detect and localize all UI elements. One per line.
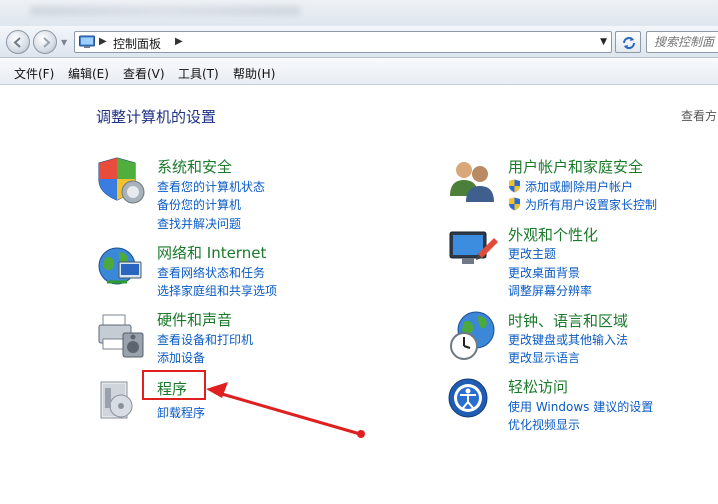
refresh-button[interactable] <box>615 31 641 53</box>
highlight-box <box>142 370 206 400</box>
link-change-display-language[interactable]: 更改显示语言 <box>508 349 580 366</box>
back-arrow-icon <box>13 37 21 48</box>
link-troubleshoot[interactable]: 查找并解决问题 <box>157 215 241 232</box>
navigation-bar: ▼ ▶ 控制面板 ▶ ▼ <box>0 26 718 58</box>
uac-shield-icon <box>509 197 520 211</box>
menu-tools[interactable]: 工具(T) <box>178 65 219 82</box>
users-icon <box>450 162 494 202</box>
breadcrumb-separator-icon[interactable]: ▶ <box>99 36 107 47</box>
shield-icon <box>98 157 145 204</box>
category-title-hardware-sound[interactable]: 硬件和声音 <box>157 309 232 330</box>
link-parental-controls[interactable]: 为所有用户设置家长控制 <box>508 196 657 213</box>
main-content: 调整计算机的设置 查看方 <box>0 86 718 504</box>
search-input[interactable] <box>647 32 718 52</box>
printer-icon <box>98 314 144 358</box>
search-box[interactable] <box>646 31 718 53</box>
page-title: 调整计算机的设置 <box>96 108 217 126</box>
appearance-monitor-icon <box>449 231 498 264</box>
link-windows-recommended-settings[interactable]: 使用 Windows 建议的设置 <box>508 398 653 415</box>
link-optimize-video-display[interactable]: 优化视频显示 <box>508 416 580 433</box>
link-adjust-resolution[interactable]: 调整屏幕分辨率 <box>508 282 592 299</box>
control-panel-icon <box>79 35 95 48</box>
link-backup-computer[interactable]: 备份您的计算机 <box>157 196 241 213</box>
link-devices-printers[interactable]: 查看设备和打印机 <box>157 331 253 348</box>
category-title-appearance[interactable]: 外观和个性化 <box>508 224 598 245</box>
category-title-ease-of-access[interactable]: 轻松访问 <box>508 376 568 397</box>
link-change-desktop-background[interactable]: 更改桌面背景 <box>508 264 580 281</box>
address-dropdown-icon[interactable]: ▼ <box>600 37 607 47</box>
breadcrumb-control-panel[interactable]: 控制面板 <box>113 35 161 52</box>
breadcrumb-separator-icon[interactable]: ▶ <box>175 36 183 47</box>
menu-edit[interactable]: 编辑(E) <box>68 65 109 82</box>
link-view-computer-status[interactable]: 查看您的计算机状态 <box>157 178 265 195</box>
network-globe-icon <box>98 247 142 285</box>
link-parental-controls-label: 为所有用户设置家长控制 <box>525 198 658 212</box>
link-homegroup-sharing[interactable]: 选择家庭组和共享选项 <box>157 282 277 299</box>
category-title-network-internet[interactable]: 网络和 Internet <box>157 242 266 263</box>
category-title-clock-language[interactable]: 时钟、语言和区域 <box>508 310 628 331</box>
category-title-user-accounts[interactable]: 用户帐户和家庭安全 <box>508 156 643 177</box>
address-bar[interactable]: ▶ 控制面板 ▶ ▼ <box>74 31 612 53</box>
forward-arrow-icon <box>43 37 51 48</box>
category-title-system-security[interactable]: 系统和安全 <box>157 156 232 177</box>
link-add-device[interactable]: 添加设备 <box>157 349 205 366</box>
title-bar <box>0 0 718 26</box>
menu-file[interactable]: 文件(F) <box>14 65 54 82</box>
back-button[interactable] <box>6 30 30 54</box>
forward-button[interactable] <box>33 30 57 54</box>
menu-bar: 文件(F) 编辑(E) 查看(V) 工具(T) 帮助(H) <box>0 59 718 85</box>
link-change-keyboard[interactable]: 更改键盘或其他输入法 <box>508 331 628 348</box>
link-uninstall-program[interactable]: 卸载程序 <box>157 404 205 421</box>
link-change-theme[interactable]: 更改主题 <box>508 245 556 262</box>
menu-view[interactable]: 查看(V) <box>123 65 165 82</box>
uac-shield-icon <box>509 179 520 193</box>
link-add-remove-users[interactable]: 添加或删除用户帐户 <box>508 178 633 195</box>
ease-of-access-icon <box>448 378 488 418</box>
history-dropdown-icon[interactable]: ▼ <box>61 38 67 47</box>
refresh-icon <box>623 37 635 49</box>
link-add-remove-users-label: 添加或删除用户帐户 <box>525 180 634 194</box>
clock-globe-icon <box>450 311 495 360</box>
view-by-label[interactable]: 查看方 <box>681 107 717 124</box>
menu-help[interactable]: 帮助(H) <box>233 65 275 82</box>
link-view-network-status[interactable]: 查看网络状态和任务 <box>157 264 265 281</box>
